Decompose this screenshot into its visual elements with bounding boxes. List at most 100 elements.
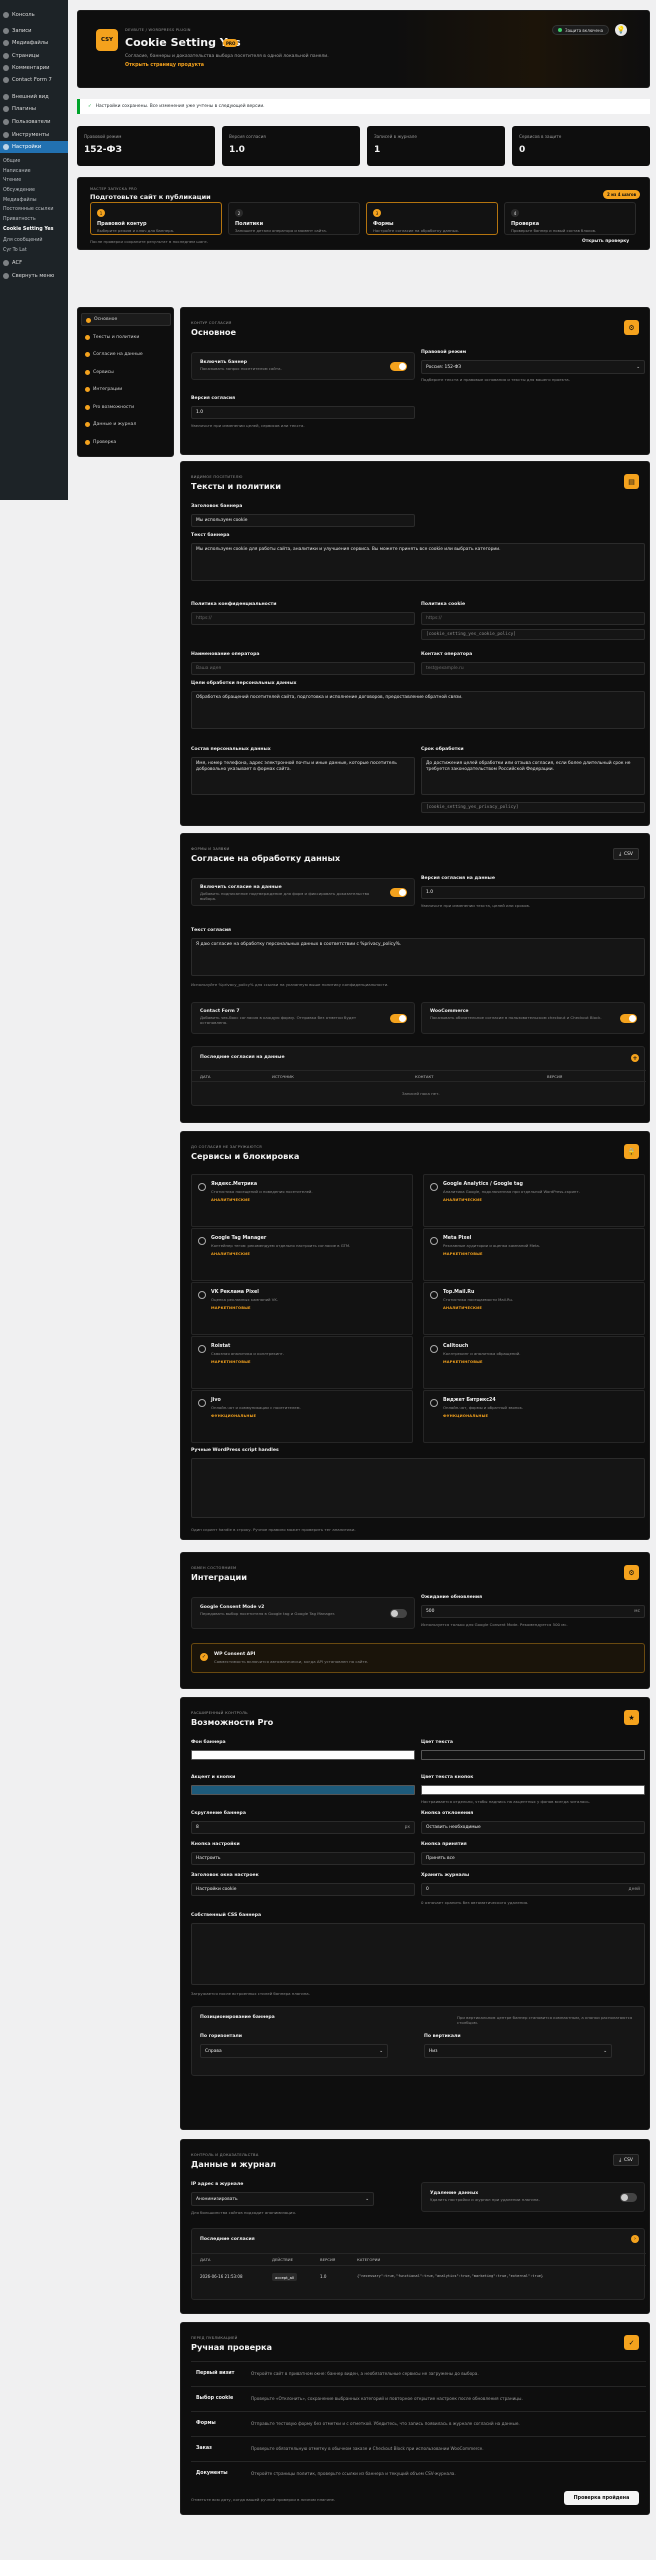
chevron-right-icon[interactable]: › [631, 2235, 639, 2243]
pd-composition-textarea[interactable]: Имя, номер телефона, адрес электронной п… [191, 757, 415, 795]
nav-item[interactable]: Сервисы [81, 366, 171, 379]
admin-menu-users[interactable]: Пользователи [0, 116, 68, 128]
service-radio[interactable] [430, 1399, 438, 1407]
admin-menu-settings[interactable]: Настройки [0, 141, 68, 153]
settings-submenu-item[interactable]: Обсуждение [0, 186, 68, 195]
service-card[interactable]: Google Tag Manager Контейнер тегов: реком… [191, 1228, 413, 1281]
open-check-link[interactable]: Открыть проверку [582, 239, 629, 244]
banner-text-textarea[interactable]: Мы используем cookie для работы сайта, а… [191, 543, 645, 581]
data-csv-button[interactable]: ⤓ CSV [613, 2154, 639, 2166]
nav-item[interactable]: Основное [81, 313, 171, 326]
privacy-policy-input[interactable]: https:// [191, 612, 415, 625]
service-card[interactable]: Google Analytics / Google tag Аналитика G… [423, 1174, 645, 1227]
accept-button-input[interactable]: Принять все [421, 1852, 645, 1865]
settings-submenu-item[interactable]: Общие [0, 157, 68, 166]
nav-item[interactable]: Интеграции [81, 383, 171, 396]
settings-submenu-item[interactable]: Медиафайлы [0, 196, 68, 205]
service-radio[interactable] [430, 1183, 438, 1191]
admin-menu-pages[interactable]: Страницы [0, 50, 68, 62]
accent-color-swatch[interactable] [191, 1785, 415, 1795]
delete-data-toggle[interactable] [620, 2193, 637, 2202]
enable-banner-toggle[interactable] [390, 362, 407, 371]
nav-item[interactable]: Pro возможности [81, 401, 171, 414]
wizard-step[interactable]: 1 Правовой контур Выберите режим и ключ дл… [90, 202, 222, 235]
settings-submenu-item[interactable]: Cyr To Lat [0, 246, 68, 255]
admin-menu-tools[interactable]: Инструменты [0, 129, 68, 141]
data-consent-toggle[interactable] [390, 888, 407, 897]
service-radio[interactable] [198, 1291, 206, 1299]
service-radio[interactable] [430, 1237, 438, 1245]
privacy-policy-shortcode[interactable]: [cookie_setting_yes_privacy_policy] [421, 802, 645, 813]
purposes-textarea[interactable]: Обработка обращений посетителей сайта, п… [191, 691, 645, 729]
wizard-step[interactable]: 2 Политики Запишите детали оператора и мом… [228, 202, 360, 235]
bg-color-swatch[interactable] [191, 1750, 415, 1760]
service-radio[interactable] [198, 1345, 206, 1353]
radius-input[interactable]: 8 px [191, 1821, 415, 1834]
admin-menu-plugins[interactable]: Плагины [0, 103, 68, 115]
admin-menu-acf[interactable]: ACF [0, 257, 68, 269]
retention-input[interactable]: 0 дней [421, 1883, 645, 1896]
cookie-policy-shortcode[interactable]: [cookie_setting_yes_cookie_policy] [421, 629, 645, 640]
nav-item[interactable]: Тексты и политики [81, 331, 171, 344]
settings-submenu-item[interactable]: Cookie Setting Yes [0, 225, 68, 234]
service-card[interactable]: Calltouch Коллтрекинг и аналитика обращен… [423, 1336, 645, 1389]
service-card[interactable]: Виджет Битрикс24 Онлайн-чат, формы и обра… [423, 1390, 645, 1443]
cf7-toggle[interactable] [390, 1014, 407, 1023]
service-card[interactable]: Jivo Онлайн-чат и коммуникации с посетите… [191, 1390, 413, 1443]
service-radio[interactable] [198, 1399, 206, 1407]
service-radio[interactable] [430, 1345, 438, 1353]
term-textarea[interactable]: До достижения целей обработки или отзыва… [421, 757, 645, 795]
nav-item[interactable]: Данные и журнал [81, 418, 171, 431]
vertical-select[interactable]: Низ ⌄ [424, 2044, 612, 2058]
ip-select[interactable]: Анонимизировать ⌄ [191, 2192, 374, 2206]
nav-item[interactable]: Проверка [81, 436, 171, 449]
settings-submenu-item[interactable]: Приватность [0, 215, 68, 224]
data-version-input[interactable]: 1.0 [421, 886, 645, 899]
product-page-link[interactable]: Открыть страницу продукта [125, 63, 204, 68]
operator-input[interactable]: Ваша идея [191, 662, 415, 675]
admin-menu-appearance[interactable]: Внешний вид [0, 91, 68, 103]
cookie-policy-input[interactable]: https:// [421, 612, 645, 625]
service-radio[interactable] [430, 1291, 438, 1299]
legal-mode-select[interactable]: Россия: 152-ФЗ ⌄ [421, 360, 645, 374]
reject-button-input[interactable]: Оставить необходимые [421, 1821, 645, 1834]
check-passed-button[interactable]: Проверка пройдена [564, 2491, 639, 2505]
service-card[interactable]: Roistat Сквозная аналитика и коллтрекинг.… [191, 1336, 413, 1389]
custom-css-textarea[interactable] [191, 1923, 645, 1985]
text-color-swatch[interactable] [421, 1750, 645, 1760]
wizard-step[interactable]: 3 Формы Настройте согласие на обработку да… [366, 202, 498, 235]
plus-icon[interactable]: + [631, 1054, 639, 1062]
admin-menu-comments[interactable]: Комментарии [0, 62, 68, 74]
horizontal-select[interactable]: Справа ⌄ [200, 2044, 388, 2058]
wizard-step[interactable]: 4 Проверка Проверьте баннер и новый состав… [504, 202, 636, 235]
service-card[interactable]: Top.Mail.Ru Статистика посещаемости Mail.… [423, 1282, 645, 1335]
service-radio[interactable] [198, 1237, 206, 1245]
admin-menu-media[interactable]: Медиафайлы [0, 37, 68, 49]
settings-submenu-item[interactable]: Написание [0, 167, 68, 176]
admin-menu-collapse[interactable]: Свернуть меню [0, 270, 68, 282]
settings-submenu-item[interactable]: Для сообщений [0, 236, 68, 245]
consent-version-input[interactable]: 1.0 [191, 406, 415, 419]
settings-submenu-item[interactable]: Чтение [0, 176, 68, 185]
wait-input[interactable]: 500 мс [421, 1605, 645, 1618]
handles-textarea[interactable] [191, 1458, 645, 1518]
banner-title-input[interactable]: Мы используем cookie [191, 514, 415, 527]
service-card[interactable]: VK Реклама Pixel Оценка рекламных кампани… [191, 1282, 413, 1335]
admin-menu-contact-form[interactable]: Contact Form 7 [0, 74, 68, 86]
gcm-toggle[interactable] [390, 1609, 407, 1618]
admin-menu-dashboard[interactable]: Консоль [0, 9, 68, 21]
service-card[interactable]: Meta Pixel Рекламные аудитории и оценка к… [423, 1228, 645, 1281]
settings-button-input[interactable]: Настроить [191, 1852, 415, 1865]
service-card[interactable]: Яндекс.Метрика Статистика посещений и пов… [191, 1174, 413, 1227]
admin-menu-posts[interactable]: Записи [0, 25, 68, 37]
col-date: ДАТА [200, 2257, 211, 2262]
forms-csv-button[interactable]: ⤓ CSV [613, 848, 639, 860]
button-text-color-swatch[interactable] [421, 1785, 645, 1795]
service-radio[interactable] [198, 1183, 206, 1191]
woocommerce-toggle[interactable] [620, 1014, 637, 1023]
modal-title-input[interactable]: Настройки cookie [191, 1883, 415, 1896]
nav-item[interactable]: Согласие на данные [81, 348, 171, 361]
consent-text-textarea[interactable]: Я даю согласие на обработку персональных… [191, 938, 645, 976]
settings-submenu-item[interactable]: Постоянные ссылки [0, 205, 68, 214]
operator-contact-input[interactable]: test@example.ru [421, 662, 645, 675]
